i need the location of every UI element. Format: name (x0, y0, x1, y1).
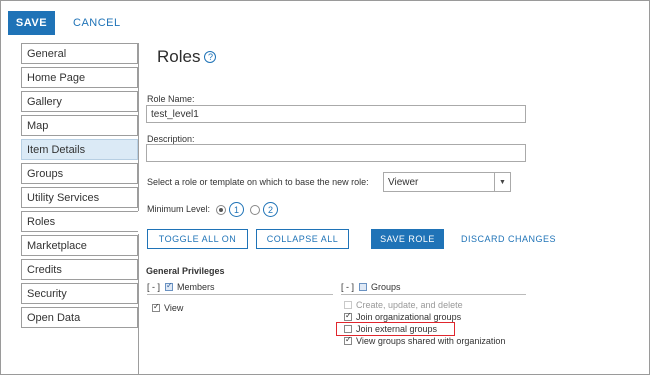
groups-label: Groups (371, 282, 401, 292)
sidebar-item-gallery[interactable]: Gallery (21, 91, 138, 112)
sidebar-item-credits[interactable]: Credits (21, 259, 138, 280)
template-label: Select a role or template on which to ba… (147, 177, 369, 187)
annotation-highlight-box (336, 322, 455, 336)
save-role-button[interactable]: SAVE ROLE (371, 229, 444, 249)
members-checkbox[interactable] (165, 281, 173, 291)
sidebar-item-home-page[interactable]: Home Page (21, 67, 138, 88)
privilege-checkbox[interactable] (344, 335, 352, 345)
privilege-checkbox (344, 300, 352, 309)
general-privileges-heading: General Privileges (146, 266, 225, 276)
template-select-value: Viewer (388, 176, 419, 188)
sidebar-item-map[interactable]: Map (21, 115, 138, 136)
save-button[interactable]: SAVE (8, 11, 55, 35)
members-divider (147, 294, 333, 295)
privilege-label: View (164, 302, 184, 313)
sidebar-divider-gap (138, 211, 139, 234)
sidebar-item-roles[interactable]: Roles (21, 211, 139, 232)
template-select[interactable]: Viewer ▼ (383, 172, 511, 192)
cancel-button[interactable]: CANCEL (73, 11, 121, 35)
privilege-label: Join organizational groups (356, 311, 462, 322)
sidebar-item-utility-services[interactable]: Utility Services (21, 187, 138, 208)
sidebar-divider (138, 43, 139, 374)
discard-changes-button[interactable]: DISCARD CHANGES (461, 229, 556, 249)
role-name-input[interactable]: test_level1 (146, 105, 526, 123)
sidebar-item-security[interactable]: Security (21, 283, 138, 304)
page-title: Roles (157, 47, 201, 66)
chevron-down-icon: ▼ (494, 173, 510, 191)
groups-privilege-create: Create, update, and delete (344, 299, 463, 310)
members-collapse-toggle[interactable]: [ - ] (147, 282, 160, 292)
groups-collapse-toggle[interactable]: [ - ] (341, 282, 354, 292)
level-2-radio[interactable] (250, 205, 260, 215)
sidebar-item-marketplace[interactable]: Marketplace (21, 235, 138, 256)
groups-checkbox[interactable] (359, 283, 367, 291)
privilege-checkbox[interactable] (344, 311, 352, 321)
groups-divider (341, 294, 526, 295)
groups-column-header: [ - ] Groups (341, 281, 401, 293)
members-privilege-view[interactable]: View (152, 302, 183, 313)
privilege-label: View groups shared with organization (356, 335, 506, 346)
help-icon[interactable]: ? (204, 51, 217, 63)
level-1-radio[interactable] (216, 205, 226, 215)
groups-privilege-view-shared[interactable]: View groups shared with organization (344, 335, 505, 346)
sidebar-item-groups[interactable]: Groups (21, 163, 138, 184)
level-2-badge: 2 (263, 202, 278, 217)
privilege-checkbox[interactable] (152, 302, 160, 312)
role-name-label: Role Name: (147, 94, 195, 104)
collapse-all-button[interactable]: COLLAPSE ALL (256, 229, 349, 249)
description-label: Description: (147, 134, 195, 144)
sidebar-item-open-data[interactable]: Open Data (21, 307, 138, 328)
groups-privilege-join-org[interactable]: Join organizational groups (344, 311, 461, 322)
page-title-row: Roles ? (157, 47, 217, 67)
members-column-header: [ - ] Members (147, 281, 215, 293)
minimum-level-label: Minimum Level: (147, 204, 211, 214)
sidebar-item-general[interactable]: General (21, 43, 138, 64)
toggle-all-on-button[interactable]: TOGGLE ALL ON (147, 229, 248, 249)
level-1-badge: 1 (229, 202, 244, 217)
description-input[interactable] (146, 144, 526, 162)
sidebar-item-item-details[interactable]: Item Details (21, 139, 138, 160)
members-label: Members (177, 282, 215, 292)
privilege-label: Create, update, and delete (356, 299, 463, 310)
